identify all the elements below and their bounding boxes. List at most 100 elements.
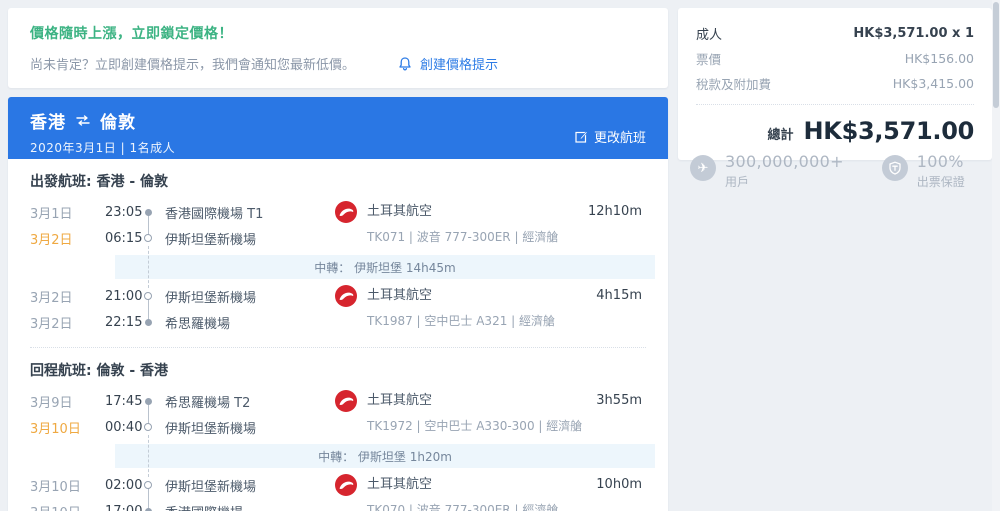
- stop-airport: 希思羅機場 T2: [165, 395, 251, 411]
- price-row-value: HK$3,415.00: [892, 76, 974, 91]
- route-destination: 倫敦: [100, 113, 136, 133]
- users-count: 300,000,000+: [725, 152, 844, 171]
- leg-duration: 10h0m: [596, 477, 642, 492]
- airline-name: 土耳其航空: [367, 393, 433, 408]
- stop-airport: 伊斯坦堡新機場: [165, 232, 257, 248]
- turkish-airlines-logo-icon: [335, 201, 357, 223]
- turkish-airlines-logo-icon: [335, 390, 357, 412]
- stop-airport: 香港國際機場: [165, 502, 243, 511]
- price-alert-card: 價格隨時上漲，立即鎖定價格！ 尚未肯定？立即創建價格提示，我們會通知您最新低價。…: [8, 8, 668, 88]
- stop-time: 23:05: [105, 204, 143, 220]
- scrollbar-track[interactable]: [992, 0, 1000, 511]
- timeline-dot-hollow: [141, 481, 155, 489]
- price-row-fare: 票價 HK$156.00: [696, 46, 974, 71]
- stop-airport: 香港國際機場 T1: [165, 206, 264, 222]
- stop-date: 3月2日: [30, 316, 73, 332]
- price-row-adult: 成人 HK$3,571.00 x 1: [696, 21, 974, 46]
- stop-airport: 希思羅機場: [165, 316, 231, 332]
- stop-airport: 伊斯坦堡新機場: [165, 421, 257, 437]
- airplane-icon: ✈: [690, 155, 716, 181]
- stop-date: 3月10日: [30, 421, 81, 437]
- timeline-dashed-connector: [147, 246, 149, 288]
- create-price-alert-link[interactable]: 創建價格提示: [397, 54, 498, 73]
- stop-date: 3月10日: [30, 479, 81, 495]
- users-badge: ✈ 300,000,000+ 用戶: [690, 152, 844, 190]
- airline-info: 土耳其航空 TK1972 | 空中巴士 A330-300 | 經濟艙: [335, 388, 582, 438]
- price-row-value: HK$3,571.00 x 1: [853, 26, 974, 41]
- timeline-dashed-connector: [147, 435, 149, 477]
- transfer-label: 中轉： 伊斯坦堡 14h45m: [314, 260, 456, 275]
- return-section: 回程航班: 倫敦 - 香港 3月9日 17:45 希思羅機場 T2 3月10日 …: [8, 348, 668, 511]
- bell-refresh-icon: [399, 56, 411, 70]
- timeline-dot-solid: [141, 208, 155, 216]
- price-alert-headline: 價格隨時上漲，立即鎖定價格！: [30, 26, 233, 42]
- transfer-label: 中轉： 伊斯坦堡 1h20m: [318, 449, 452, 464]
- airline-info: 土耳其航空 TK071 | 波音 777-300ER | 經濟艙: [335, 199, 558, 249]
- stop-time: 22:15: [105, 314, 143, 330]
- timeline-dot-hollow: [141, 423, 155, 431]
- flight-details: TK070 | 波音 777-300ER | 經濟艙: [367, 503, 559, 511]
- turkish-airlines-logo-icon: [335, 285, 357, 307]
- flight-leg: 3月10日 02:00 伊斯坦堡新機場 3月10日 17:00 香港國際機場: [30, 472, 642, 511]
- stop-date: 3月9日: [30, 395, 73, 411]
- leg-duration: 4h15m: [596, 288, 642, 303]
- price-divider: [696, 104, 974, 105]
- guarantee-badge: 100% 出票保證: [881, 152, 965, 190]
- timeline-dot-hollow: [141, 292, 155, 300]
- flight-details: TK1972 | 空中巴士 A330-300 | 經濟艙: [367, 419, 583, 433]
- stop-airport: 伊斯坦堡新機場: [165, 290, 257, 306]
- timeline-dot-solid: [141, 318, 155, 326]
- price-row-label: 稅款及附加費: [696, 77, 772, 92]
- change-flight-label: 更改航班: [593, 131, 646, 146]
- airline-name: 土耳其航空: [367, 204, 433, 219]
- stop-date: 3月10日: [30, 502, 105, 511]
- flight-leg: 3月9日 17:45 希思羅機場 T2 3月10日 00:40 伊斯坦堡新機場: [30, 388, 642, 440]
- stop-time: 02:00: [105, 477, 143, 493]
- total-row: 總計 HK$3,571.00: [696, 117, 974, 145]
- date-passenger-summary: 2020年3月1日 | 1名成人: [30, 141, 176, 155]
- itinerary-header: 香港 倫敦 2020年3月1日 | 1名成人 更改航班: [8, 97, 668, 159]
- stop-time: 06:15: [105, 230, 143, 246]
- main-column: 價格隨時上漲，立即鎖定價格！ 尚未肯定？立即創建價格提示，我們會通知您最新低價。…: [8, 8, 668, 511]
- edit-icon: [575, 131, 588, 143]
- outbound-section: 出發航班: 香港 - 倫敦 3月1日 23:05 香港國際機場 T1 3月2日 …: [8, 159, 668, 335]
- turkish-airlines-logo-icon: [335, 474, 357, 496]
- flight-details: TK1987 | 空中巴士 A321 | 經濟艙: [367, 314, 556, 328]
- total-label: 總計: [767, 128, 794, 143]
- flight-leg: 3月1日 23:05 香港國際機場 T1 3月2日 06:15 伊斯坦堡新機場: [30, 199, 642, 251]
- return-title: 回程航班: 倫敦 - 香港: [30, 363, 169, 379]
- route-origin: 香港: [30, 113, 66, 133]
- itinerary-card: 香港 倫敦 2020年3月1日 | 1名成人 更改航班 出發航班: 香港 - 倫…: [8, 97, 668, 511]
- stop-date: 3月2日: [30, 232, 73, 248]
- airline-name: 土耳其航空: [367, 288, 433, 303]
- airline-info: 土耳其航空 TK1987 | 空中巴士 A321 | 經濟艙: [335, 283, 555, 333]
- price-alert-subtext: 尚未肯定？立即創建價格提示，我們會通知您最新低價。: [30, 58, 356, 73]
- change-flight-button[interactable]: 更改航班: [575, 127, 646, 146]
- scrollbar-thumb[interactable]: [993, 2, 999, 108]
- outbound-title: 出發航班: 香港 - 倫敦: [30, 174, 169, 190]
- flight-details: TK071 | 波音 777-300ER | 經濟艙: [367, 230, 559, 244]
- stop-time: 17:45: [105, 393, 143, 409]
- transfer-banner: 中轉： 伊斯坦堡 14h45m: [115, 246, 655, 288]
- stop-time: 21:00: [105, 288, 143, 304]
- total-value: HK$3,571.00: [803, 117, 974, 145]
- leg-duration: 3h55m: [596, 393, 642, 408]
- stop-time: 17:00: [105, 503, 143, 511]
- timeline-dot-solid: [141, 397, 155, 405]
- guarantee-percent: 100%: [916, 152, 964, 171]
- users-caption: 用戶: [725, 175, 750, 189]
- airline-name: 土耳其航空: [367, 477, 433, 492]
- stop-airport: 伊斯坦堡新機場: [165, 479, 257, 495]
- timeline-dot-solid: [141, 507, 155, 511]
- stop-date: 3月2日: [30, 290, 73, 306]
- stop-date: 3月1日: [30, 206, 73, 222]
- price-row-value: HK$156.00: [904, 51, 974, 66]
- price-row-label: 票價: [696, 52, 722, 67]
- price-row-taxes: 稅款及附加費 HK$3,415.00: [696, 71, 974, 96]
- route-title: 香港 倫敦: [30, 108, 646, 133]
- price-row-label: 成人: [696, 28, 723, 43]
- create-price-alert-label: 創建價格提示: [420, 58, 499, 73]
- timeline-dot-hollow: [141, 234, 155, 242]
- leg-duration: 12h10m: [588, 204, 642, 219]
- stop-time: 00:40: [105, 419, 143, 435]
